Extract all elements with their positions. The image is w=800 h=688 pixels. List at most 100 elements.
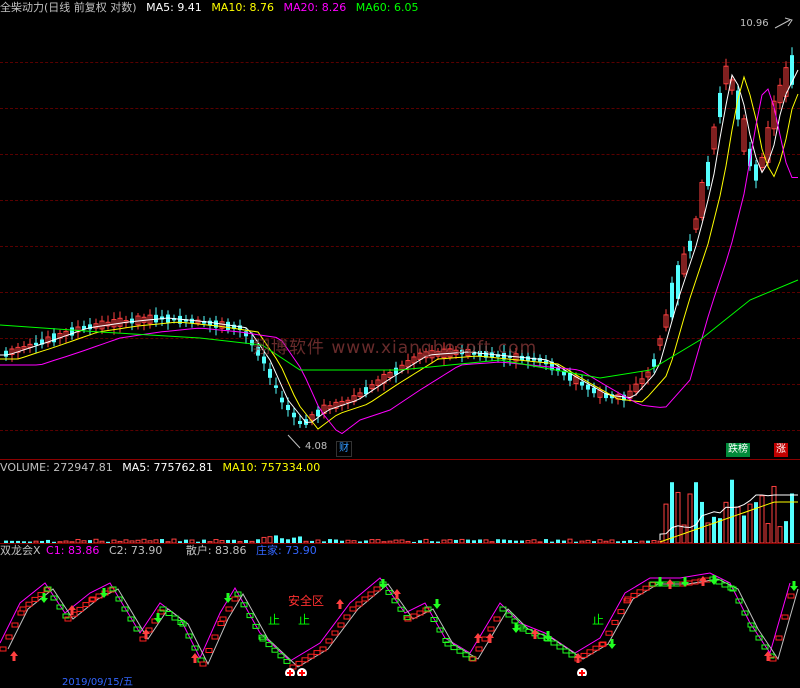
candle-down	[244, 331, 248, 337]
candle-down	[706, 161, 710, 187]
step-block-red	[361, 596, 369, 602]
step-block-red	[31, 596, 39, 602]
volume-bar-down	[700, 501, 704, 543]
candle-down	[364, 387, 368, 395]
candle-down	[286, 404, 290, 411]
volume-bar-down	[670, 482, 674, 543]
candle-down	[316, 409, 320, 417]
step-block-red	[19, 606, 27, 612]
step-block-green	[165, 611, 173, 616]
volume-bar-up	[663, 503, 669, 543]
zhi-label-2: 止	[298, 613, 311, 627]
sell-arrow-icon	[790, 581, 798, 591]
step-block-red	[331, 630, 339, 636]
volume-chart[interactable]	[0, 460, 800, 543]
dieb-tag[interactable]: 跌榜	[726, 443, 750, 457]
volume-bar-up	[687, 493, 693, 543]
step-block-red	[475, 646, 483, 652]
step-block-red	[611, 619, 619, 625]
step-block-red	[5, 634, 13, 640]
volume-bar-up	[765, 523, 771, 543]
step-block-red	[11, 622, 19, 628]
step-block-red	[76, 606, 84, 612]
candle-down	[214, 320, 218, 328]
buy-arrow-icon	[336, 599, 344, 609]
candle-down	[280, 397, 284, 403]
step-block-red	[199, 661, 207, 667]
watermark: 翔博软件 www.xiangbosoft.com	[253, 338, 538, 358]
step-block-red	[205, 648, 213, 653]
buy-arrow-icon	[666, 579, 674, 589]
high-marker-arrow	[774, 17, 793, 29]
candle-down	[754, 164, 758, 181]
indicator-pane[interactable]: 双龙会X C1: 83.86 C2: 73.90 散户: 83.86 庄家: 7…	[0, 543, 800, 676]
candle-down	[268, 368, 272, 378]
zhi-label-3: 止	[592, 613, 605, 627]
volume-bar-down	[730, 479, 734, 543]
cai-tag[interactable]: 财	[336, 441, 352, 457]
step-block-green	[171, 615, 179, 621]
step-block-red	[17, 610, 25, 616]
step-block-red	[617, 609, 625, 615]
c2-line	[7, 578, 799, 668]
volume-bar-down	[742, 515, 746, 543]
low-price-label: 4.08	[305, 441, 328, 452]
step-block-red	[25, 601, 33, 607]
sell-arrow-icon	[100, 588, 108, 598]
candle-down	[226, 321, 230, 330]
step-block-red	[82, 602, 90, 608]
sell-arrow-icon	[433, 599, 441, 609]
step-block-red	[775, 635, 783, 641]
step-block-red	[367, 591, 375, 597]
low-marker-arrow	[287, 434, 301, 449]
step-block-red	[373, 586, 381, 592]
ma10-line	[0, 75, 799, 430]
step-block-red	[349, 606, 357, 612]
candle-down	[4, 350, 8, 357]
candle-down	[292, 412, 296, 418]
step-block-red	[343, 614, 351, 620]
volume-bar-down	[274, 535, 278, 543]
candle-down	[274, 385, 278, 388]
high-price-label: 10.96	[740, 18, 769, 29]
indicator-chart[interactable]	[0, 543, 800, 676]
candle-down	[298, 420, 302, 425]
price-pane[interactable]: 全柴动力(日线 前复权 对数) MA5: 9.41 MA10: 8.76 MA2…	[0, 0, 800, 460]
candle-down	[718, 92, 722, 118]
volume-bar-up	[777, 526, 783, 543]
step-block-red	[0, 646, 7, 652]
step-block-red	[787, 593, 795, 599]
step-block-red	[493, 616, 501, 622]
step-block-red	[231, 596, 239, 602]
step-block-red	[219, 616, 227, 622]
buy-arrow-icon	[764, 651, 772, 661]
step-block-red	[211, 634, 219, 640]
candle-down	[652, 359, 656, 367]
candle-down	[580, 381, 584, 386]
anquan-label: 安全区	[288, 594, 325, 608]
candle-down	[676, 265, 680, 299]
sell-arrow-icon	[608, 639, 616, 649]
vol-ma10-line	[659, 501, 798, 543]
volume-bar-down	[790, 493, 794, 543]
volume-bar-up	[735, 506, 741, 543]
zhang-tag[interactable]: 涨	[774, 443, 788, 457]
step-block-red	[337, 622, 345, 628]
candlestick-chart[interactable]	[0, 0, 800, 460]
candle-down	[670, 282, 674, 318]
step-block-green	[197, 657, 205, 663]
volume-bar-up	[759, 495, 765, 543]
candle-down	[790, 55, 794, 85]
step-block-red	[487, 626, 495, 632]
candle-down	[592, 387, 596, 394]
candle-down	[688, 240, 692, 252]
volume-pane[interactable]: VOLUME: 272947.81 MA5: 775762.81 MA10: 7…	[0, 460, 800, 543]
zhi-label-1: 止	[268, 613, 281, 627]
candle-down	[586, 384, 590, 390]
date-axis: 2019/09/15/五	[0, 673, 800, 688]
step-block-red	[225, 606, 233, 612]
step-block-red	[781, 614, 789, 620]
step-block-red	[217, 621, 225, 626]
volume-bar-down	[712, 516, 716, 543]
volume-bar-down	[784, 521, 788, 543]
